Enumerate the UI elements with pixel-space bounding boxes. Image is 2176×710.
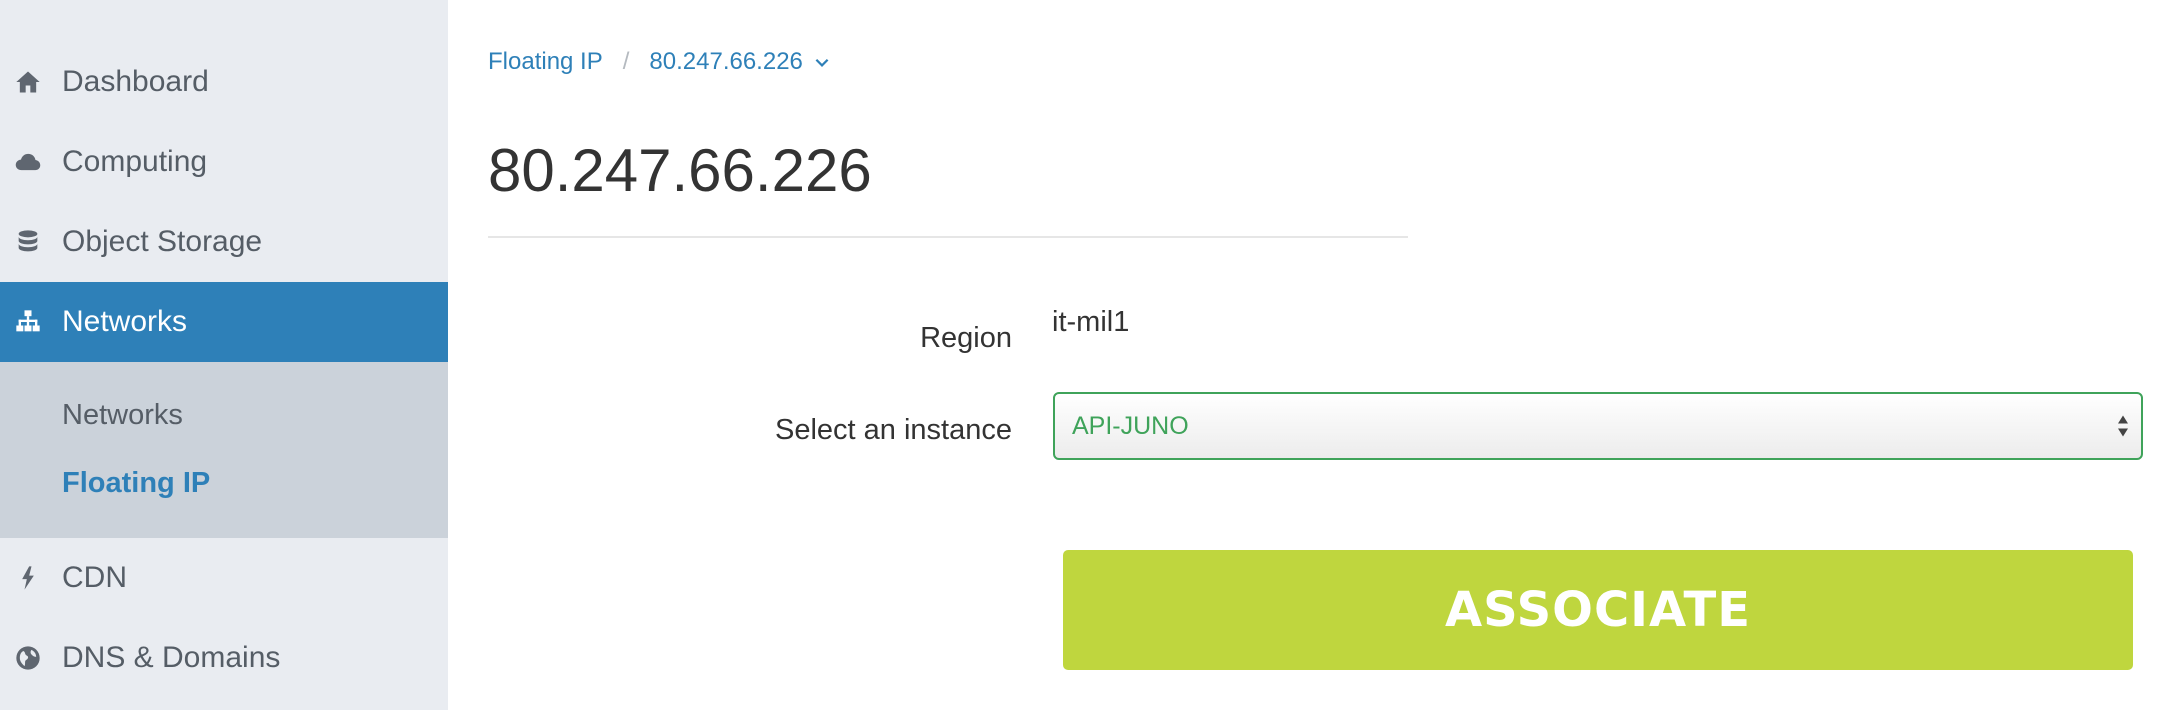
breadcrumb-separator: / — [622, 48, 630, 75]
subnav-item-floating-ip[interactable]: Floating IP — [62, 467, 210, 500]
database-icon — [13, 227, 43, 257]
chevron-down-icon — [813, 53, 831, 71]
breadcrumb-current-label: 80.247.66.226 — [649, 48, 803, 75]
sidebar-item-label: Object Storage — [62, 225, 263, 258]
sidebar-item-object-storage[interactable]: Object Storage — [0, 202, 448, 282]
globe-icon — [13, 643, 43, 673]
title-divider — [488, 236, 1408, 238]
cloud-icon — [13, 147, 43, 177]
breadcrumb-current-dropdown[interactable]: 80.247.66.226 — [649, 48, 830, 76]
sidebar-item-networks[interactable]: Networks — [0, 282, 448, 362]
sidebar-item-computing[interactable]: Computing — [0, 122, 448, 202]
subnav-item-networks[interactable]: Networks — [62, 399, 183, 432]
sidebar-item-dashboard[interactable]: Dashboard — [0, 42, 448, 122]
home-icon — [13, 67, 43, 97]
associate-button[interactable]: ASSOCIATE — [1063, 550, 2133, 670]
instance-label: Select an instance — [775, 414, 1012, 446]
select-arrows-icon — [2117, 415, 2129, 438]
sidebar: Dashboard Computing Object Storage Netwo… — [0, 0, 448, 710]
sidebar-item-dns-domains[interactable]: DNS & Domains — [0, 618, 448, 698]
sidebar-item-label: Dashboard — [62, 65, 209, 98]
region-label: Region — [920, 322, 1012, 354]
sitemap-icon — [13, 307, 43, 337]
region-value: it-mil1 — [1052, 306, 1130, 338]
bolt-icon — [13, 563, 43, 593]
instance-select-value: API-JUNO — [1072, 411, 1189, 440]
instance-select[interactable]: API-JUNO — [1053, 392, 2143, 460]
sidebar-item-label: Networks — [62, 305, 188, 338]
sidebar-item-label: DNS & Domains — [62, 641, 281, 674]
sidebar-item-label: Computing — [62, 145, 208, 178]
breadcrumb: Floating IP / 80.247.66.226 — [488, 48, 831, 76]
sidebar-item-label: CDN — [62, 561, 127, 594]
sidebar-subnav: Networks Floating IP — [0, 362, 448, 538]
sidebar-item-cdn[interactable]: CDN — [0, 538, 448, 618]
breadcrumb-parent-link[interactable]: Floating IP — [488, 48, 603, 76]
page-title: 80.247.66.226 — [488, 137, 872, 204]
